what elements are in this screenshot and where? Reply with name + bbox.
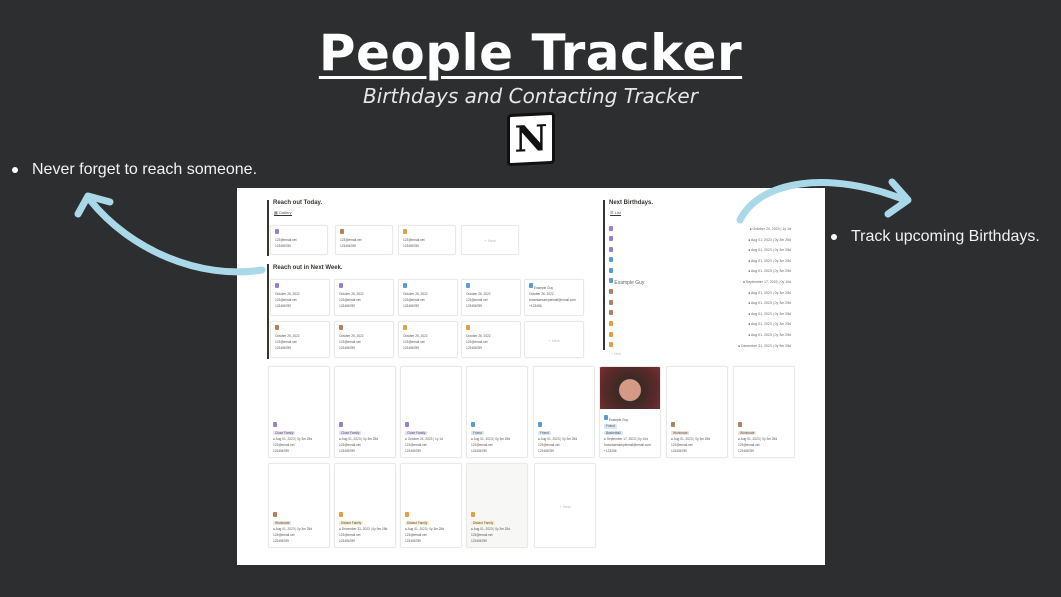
arrow-right-icon <box>736 178 912 224</box>
